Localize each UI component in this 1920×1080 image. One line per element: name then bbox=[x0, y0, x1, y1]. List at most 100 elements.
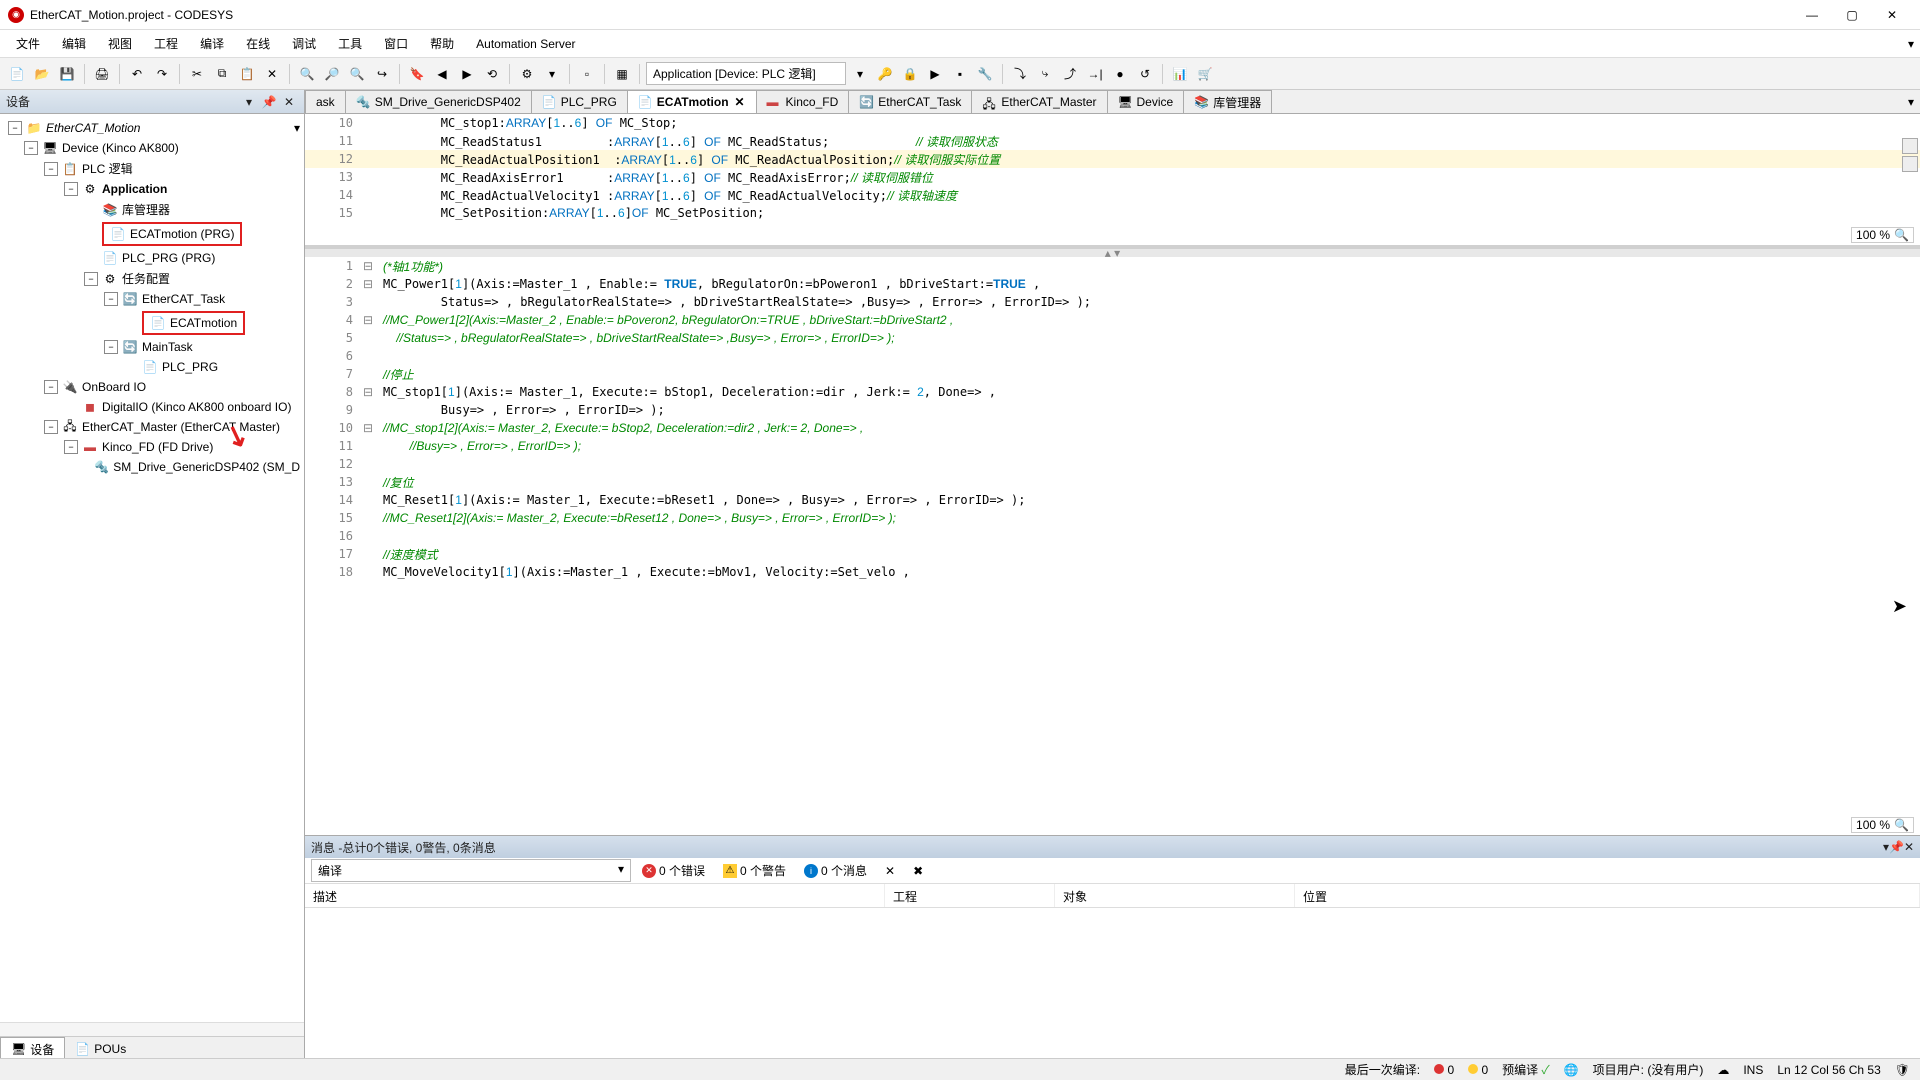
tree-ecat-motion-task[interactable]: 📄ECATmotion bbox=[0, 309, 304, 337]
code-line[interactable]: 1⊟(*轴1功能*) bbox=[305, 257, 1920, 275]
messages-table[interactable]: 描述 工程 对象 位置 bbox=[305, 884, 1920, 1060]
maximize-button[interactable]: ▢ bbox=[1832, 1, 1872, 29]
minimize-button[interactable]: — bbox=[1792, 1, 1832, 29]
tree-plc-logic[interactable]: −📋PLC 逻辑 bbox=[0, 158, 304, 179]
filter-infos[interactable]: i0 个消息 bbox=[797, 859, 874, 882]
tree-lib-manager[interactable]: 📚库管理器 bbox=[0, 199, 304, 220]
menu-file[interactable]: 文件 bbox=[6, 31, 50, 56]
tree-hscrollbar[interactable] bbox=[0, 1022, 304, 1036]
login-icon[interactable]: 🔑 bbox=[874, 63, 896, 85]
bookmark-next-icon[interactable]: ▶ bbox=[456, 63, 478, 85]
grid-icon[interactable]: ▦ bbox=[611, 63, 633, 85]
wrench-icon[interactable]: 🔧 bbox=[974, 63, 996, 85]
code-line[interactable]: 4⊟//MC_Power1[2](Axis:=Master_2 , Enable… bbox=[305, 311, 1920, 329]
menu-tools[interactable]: 工具 bbox=[328, 31, 372, 56]
tree-application[interactable]: −⚙Application bbox=[0, 179, 304, 199]
panel-close-icon[interactable]: ✕ bbox=[280, 93, 298, 111]
messages-pin-icon[interactable]: 📌 bbox=[1889, 840, 1904, 854]
device-icon[interactable]: ▫ bbox=[576, 63, 598, 85]
cut-icon[interactable]: ✂ bbox=[186, 63, 208, 85]
code-line[interactable]: 11 MC_ReadStatus1 :ARRAY[1..6] OF MC_Rea… bbox=[305, 132, 1920, 150]
code-line[interactable]: 9 Busy=> , Error=> , ErrorID=> ); bbox=[305, 401, 1920, 419]
status-globe-icon[interactable]: 🌐 bbox=[1564, 1063, 1579, 1077]
zoom-icon[interactable]: 🔍 bbox=[1894, 228, 1909, 242]
close-button[interactable]: ✕ bbox=[1872, 1, 1912, 29]
tree-main-task[interactable]: −🔄MainTask bbox=[0, 337, 304, 357]
code-line[interactable]: 12 MC_ReadActualPosition1 :ARRAY[1..6] O… bbox=[305, 150, 1920, 168]
zoom-indicator-top[interactable]: 100 %🔍 bbox=[1851, 227, 1914, 243]
code-line[interactable]: 3 Status=> , bRegulatorRealState=> , bDr… bbox=[305, 293, 1920, 311]
code-line[interactable]: 15 MC_SetPosition:ARRAY[1..6]OF MC_SetPo… bbox=[305, 204, 1920, 222]
breakpoint-icon[interactable]: ● bbox=[1109, 63, 1131, 85]
code-line[interactable]: 17//速度模式 bbox=[305, 545, 1920, 563]
dropdown-icon[interactable]: ▾ bbox=[294, 121, 300, 135]
menu-window[interactable]: 窗口 bbox=[374, 31, 418, 56]
build-icon[interactable]: ⚙ bbox=[516, 63, 538, 85]
code-line[interactable]: 5 //Status=> , bRegulatorRealState=> , b… bbox=[305, 329, 1920, 347]
save-icon[interactable]: 💾 bbox=[56, 63, 78, 85]
code-line[interactable]: 14MC_Reset1[1](Axis:= Master_1, Execute:… bbox=[305, 491, 1920, 509]
tree-root[interactable]: −📁EtherCAT_Motion▾ bbox=[0, 118, 304, 138]
break-all-icon[interactable]: ↺ bbox=[1134, 63, 1156, 85]
device-tree[interactable]: −📁EtherCAT_Motion▾ −🖥Device (Kinco AK800… bbox=[0, 114, 304, 1022]
trace-icon[interactable]: 📊 bbox=[1169, 63, 1191, 85]
tree-device[interactable]: −🖥Device (Kinco AK800) bbox=[0, 138, 304, 158]
tab-device[interactable]: 🖥Device bbox=[1107, 90, 1185, 113]
bookmark-prev-icon[interactable]: ◀ bbox=[431, 63, 453, 85]
code-line[interactable]: 2⊟MC_Power1[1](Axis:=Master_1 , Enable:=… bbox=[305, 275, 1920, 293]
open-icon[interactable]: 📂 bbox=[31, 63, 53, 85]
code-line[interactable]: 7//停止 bbox=[305, 365, 1920, 383]
clear-messages-icon[interactable]: ✕ bbox=[878, 861, 902, 881]
code-line[interactable]: 6 bbox=[305, 347, 1920, 365]
find-next-icon[interactable]: 🔎 bbox=[321, 63, 343, 85]
messages-category-combo[interactable]: 编译▾ bbox=[311, 859, 631, 882]
menu-help[interactable]: 帮助 bbox=[420, 31, 464, 56]
menu-dropdown-icon[interactable]: ▾ bbox=[1908, 37, 1914, 51]
start-icon[interactable]: ▶ bbox=[924, 63, 946, 85]
stop-icon[interactable]: ▪ bbox=[949, 63, 971, 85]
tree-plc-prg-task[interactable]: 📄PLC_PRG bbox=[0, 357, 304, 377]
tree-ethercat-task[interactable]: −🔄EtherCAT_Task bbox=[0, 289, 304, 309]
menu-build[interactable]: 编译 bbox=[190, 31, 234, 56]
right-action2-icon[interactable] bbox=[1902, 156, 1918, 172]
col-position[interactable]: 位置 bbox=[1295, 884, 1920, 907]
tree-ecat-motion-prg[interactable]: 📄ECATmotion (PRG) bbox=[0, 220, 304, 248]
code-line[interactable]: 15//MC_Reset1[2](Axis:= Master_2, Execut… bbox=[305, 509, 1920, 527]
menu-automation-server[interactable]: Automation Server bbox=[466, 33, 585, 55]
declarations-pane[interactable]: 10 MC_stop1:ARRAY[1..6] OF MC_Stop;11 MC… bbox=[305, 114, 1920, 249]
copy-icon[interactable]: ⧉ bbox=[211, 63, 233, 85]
tab-devices[interactable]: 🖥设备 bbox=[0, 1037, 65, 1060]
tabs-overflow-icon[interactable]: ▾ bbox=[1901, 90, 1920, 113]
tab-lib-manager[interactable]: 📚库管理器 bbox=[1183, 90, 1272, 113]
menu-debug[interactable]: 调试 bbox=[282, 31, 326, 56]
goto-icon[interactable]: ↪ bbox=[371, 63, 393, 85]
tab-close-icon[interactable]: ✕ bbox=[734, 96, 746, 108]
bookmark-clear-icon[interactable]: ⟲ bbox=[481, 63, 503, 85]
tree-sm-drive[interactable]: 🔩SM_Drive_GenericDSP402 (SM_D bbox=[0, 457, 304, 477]
menu-project[interactable]: 工程 bbox=[144, 31, 188, 56]
code-line[interactable]: 8⊟MC_stop1[1](Axis:= Master_1, Execute:=… bbox=[305, 383, 1920, 401]
code-line[interactable]: 13 MC_ReadAxisError1 :ARRAY[1..6] OF MC_… bbox=[305, 168, 1920, 186]
undo-icon[interactable]: ↶ bbox=[126, 63, 148, 85]
implementation-pane[interactable]: 1⊟(*轴1功能*)2⊟MC_Power1[1](Axis:=Master_1 … bbox=[305, 257, 1920, 835]
logout-icon[interactable]: 🔒 bbox=[899, 63, 921, 85]
panel-pin-icon[interactable]: 📌 bbox=[260, 93, 278, 111]
cart-icon[interactable]: 🛒 bbox=[1194, 63, 1216, 85]
find-replace-icon[interactable]: 🔍 bbox=[346, 63, 368, 85]
tree-onboard-io[interactable]: −🔌OnBoard IO bbox=[0, 377, 304, 397]
tab-ecat-motion[interactable]: 📄ECATmotion✕ bbox=[627, 90, 757, 113]
delete-icon[interactable]: ✕ bbox=[261, 63, 283, 85]
build-dropdown-icon[interactable]: ▾ bbox=[541, 63, 563, 85]
code-line[interactable]: 13//复位 bbox=[305, 473, 1920, 491]
find-icon[interactable]: 🔍 bbox=[296, 63, 318, 85]
status-shield-icon[interactable]: 🛡 bbox=[1895, 1063, 1910, 1077]
code-line[interactable]: 11 //Busy=> , Error=> , ErrorID=> ); bbox=[305, 437, 1920, 455]
menu-online[interactable]: 在线 bbox=[236, 31, 280, 56]
filter-errors[interactable]: ✕0 个错误 bbox=[635, 859, 712, 882]
application-combo[interactable]: Application [Device: PLC 逻辑] bbox=[646, 62, 846, 85]
tab-ethercat-master[interactable]: 🖧EtherCAT_Master bbox=[971, 90, 1107, 113]
redo-icon[interactable]: ↷ bbox=[151, 63, 173, 85]
combo-dropdown-icon[interactable]: ▾ bbox=[849, 63, 871, 85]
step-into-icon[interactable]: ⤷ bbox=[1034, 63, 1056, 85]
step-out-icon[interactable]: ⤴ bbox=[1059, 63, 1081, 85]
